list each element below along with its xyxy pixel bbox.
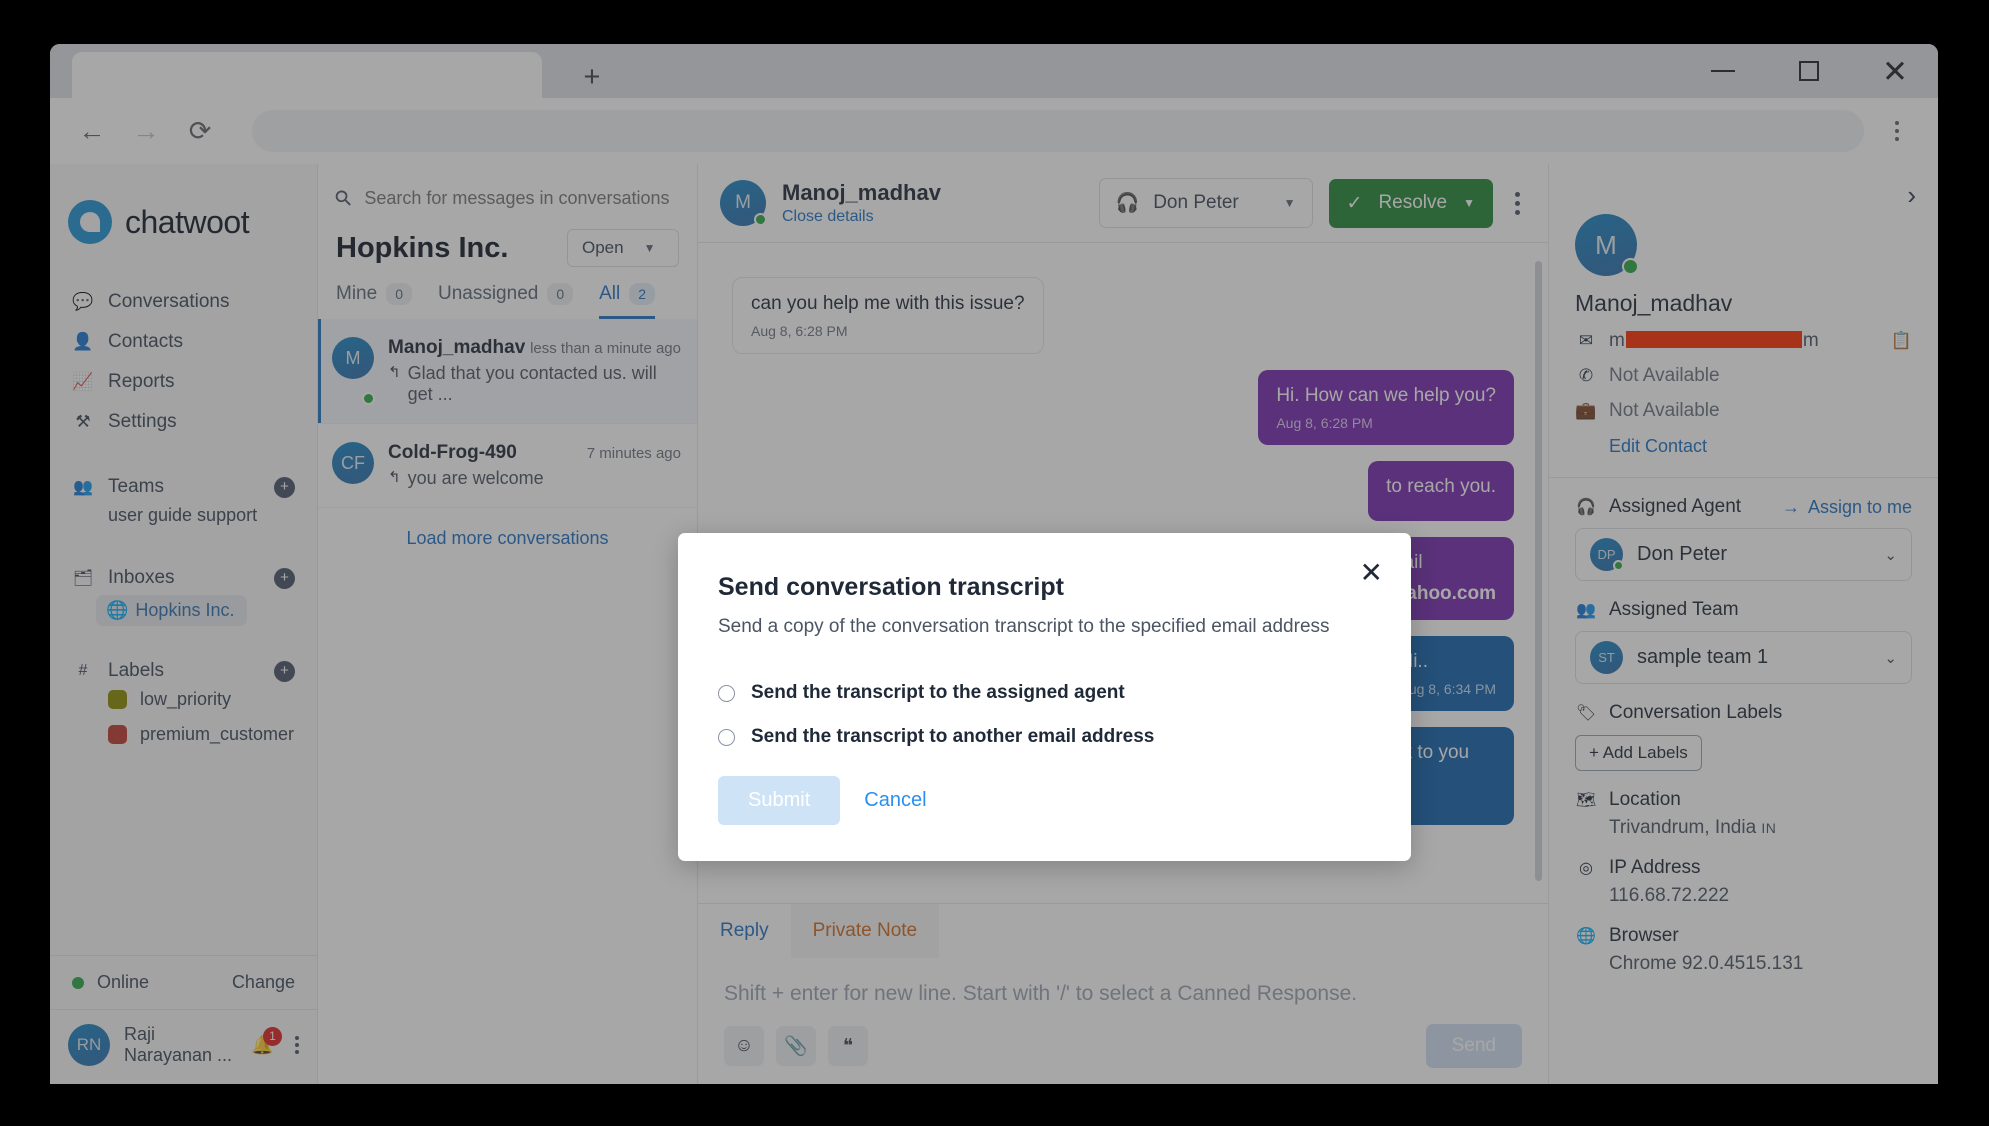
radio-option-assigned-agent[interactable]: Send the transcript to the assigned agen… (718, 682, 1371, 704)
send-transcript-modal: ✕ Send conversation transcript Send a co… (678, 533, 1411, 861)
radio-icon[interactable] (718, 685, 735, 702)
modal-subtitle: Send a copy of the conversation transcri… (718, 616, 1371, 638)
browser-window: + ✕ ← → ⟳ chatw (50, 44, 1938, 1084)
screen-root: + ✕ ← → ⟳ chatw (0, 0, 1989, 1126)
close-icon[interactable]: ✕ (1360, 559, 1383, 587)
radio-label: Send the transcript to the assigned agen… (751, 682, 1125, 704)
cancel-button[interactable]: Cancel (854, 789, 936, 812)
modal-actions: Submit Cancel (718, 776, 1371, 825)
submit-button[interactable]: Submit (718, 776, 840, 825)
radio-icon[interactable] (718, 729, 735, 746)
transcript-options: Send the transcript to the assigned agen… (718, 682, 1371, 748)
modal-title: Send conversation transcript (718, 573, 1371, 602)
radio-option-another-email[interactable]: Send the transcript to another email add… (718, 726, 1371, 748)
radio-label: Send the transcript to another email add… (751, 726, 1154, 748)
